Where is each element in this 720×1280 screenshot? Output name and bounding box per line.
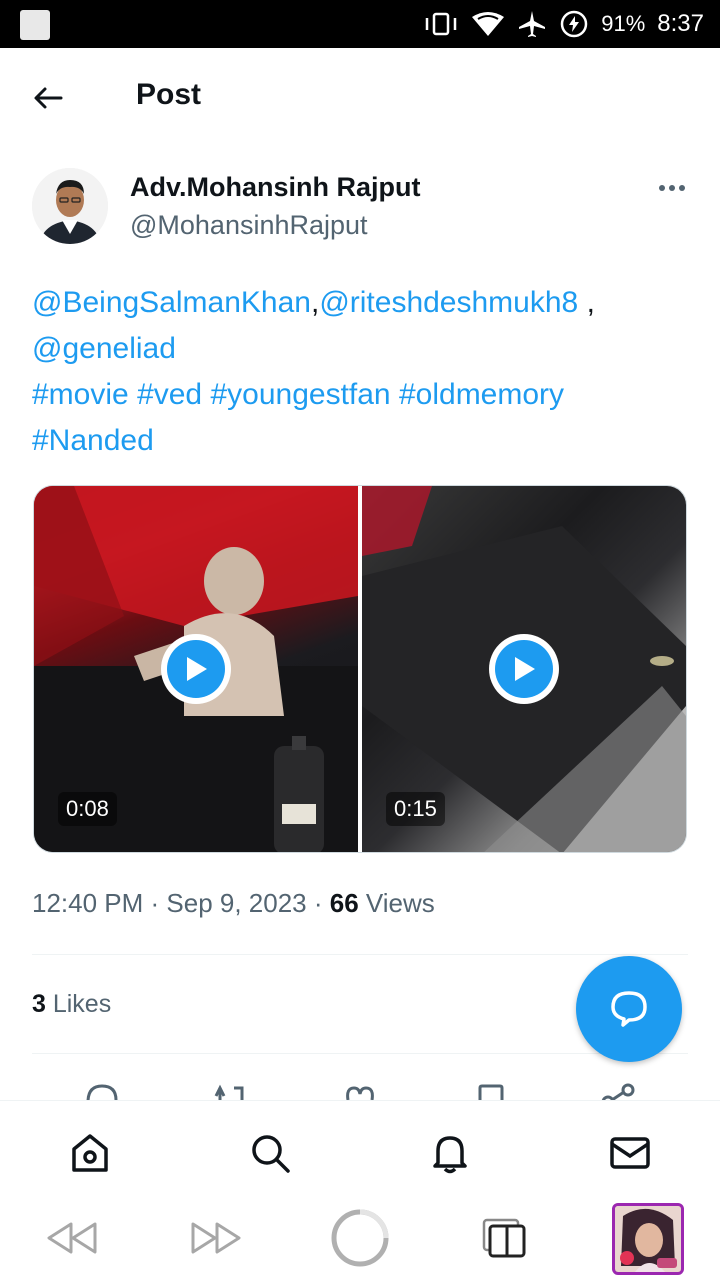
video-thumbnail[interactable]: 0:08 bbox=[34, 486, 358, 852]
bottom-navigation bbox=[0, 1100, 720, 1196]
share-icon[interactable] bbox=[598, 1082, 638, 1100]
rewind-icon bbox=[47, 1222, 97, 1254]
arrow-left-icon bbox=[34, 87, 63, 109]
more-horizontal-icon bbox=[659, 185, 665, 191]
more-dot bbox=[679, 185, 685, 191]
hashtag-link[interactable]: #movie bbox=[32, 378, 129, 411]
separator: · bbox=[143, 888, 167, 918]
hashtag-link[interactable]: #ved bbox=[137, 378, 202, 411]
post-date: Sep 9, 2023 bbox=[166, 888, 307, 918]
notification-icon bbox=[20, 10, 50, 40]
reply-fab[interactable] bbox=[576, 956, 682, 1062]
video-duration: 0:08 bbox=[58, 792, 117, 826]
mail-icon bbox=[610, 1137, 650, 1169]
mention-link[interactable]: @BeingSalmanKhan bbox=[32, 286, 311, 319]
media-grid: 0:08 0:15 bbox=[33, 485, 687, 853]
video-duration: 0:15 bbox=[386, 792, 445, 826]
system-bar bbox=[0, 1196, 720, 1280]
forward-button[interactable] bbox=[188, 1208, 244, 1268]
mention-link[interactable]: @riteshdeshmukh8 bbox=[319, 286, 578, 319]
views-label: Views bbox=[358, 888, 435, 918]
loading-circle-icon bbox=[331, 1209, 389, 1267]
divider bbox=[32, 954, 688, 955]
page-title: Post bbox=[136, 78, 202, 111]
nav-home[interactable] bbox=[66, 1129, 114, 1177]
more-dot bbox=[669, 185, 675, 191]
tabs-icon bbox=[482, 1218, 526, 1258]
rewind-button[interactable] bbox=[44, 1208, 100, 1268]
hashtag-link[interactable]: #oldmemory bbox=[399, 378, 564, 411]
nav-messages[interactable] bbox=[606, 1129, 654, 1177]
status-icons: 91% 8:37 bbox=[423, 0, 704, 48]
wifi-icon bbox=[472, 12, 505, 36]
reply-icon[interactable] bbox=[82, 1082, 122, 1100]
home-icon bbox=[72, 1134, 108, 1172]
avatar[interactable] bbox=[32, 168, 108, 244]
battery-saver-icon bbox=[560, 10, 588, 38]
clock: 8:37 bbox=[657, 10, 704, 37]
mention-link[interactable]: @geneliad bbox=[32, 332, 176, 365]
header: Post bbox=[0, 48, 720, 148]
status-bar: 91% 8:37 bbox=[0, 0, 720, 48]
nav-notifications[interactable] bbox=[426, 1129, 474, 1177]
play-button[interactable] bbox=[489, 634, 559, 704]
tabs-button[interactable] bbox=[476, 1208, 532, 1268]
retweet-icon[interactable] bbox=[210, 1082, 250, 1100]
tweet-meta: 12:40 PM · Sep 9, 2023 · 66 Views bbox=[32, 888, 435, 919]
likes-label: Likes bbox=[45, 990, 112, 1018]
author-handle[interactable]: @MohansinhRajput bbox=[130, 210, 368, 241]
more-options-button[interactable] bbox=[652, 176, 692, 200]
loading-button[interactable] bbox=[328, 1208, 392, 1268]
airplane-icon bbox=[519, 11, 546, 37]
separator: · bbox=[306, 888, 330, 918]
divider bbox=[32, 1053, 688, 1054]
back-button[interactable] bbox=[28, 78, 68, 118]
post-time: 12:40 PM bbox=[32, 888, 144, 918]
bell-icon bbox=[433, 1136, 467, 1174]
separator: , bbox=[578, 286, 595, 319]
likes-link[interactable]: 3 Likes bbox=[32, 990, 111, 1019]
tweet-text: @BeingSalmanKhan,@riteshdeshmukh8 , @gen… bbox=[32, 280, 692, 464]
likes-count: 3 bbox=[32, 990, 46, 1018]
hashtag-link[interactable]: #Nanded bbox=[32, 424, 154, 457]
fast-forward-icon bbox=[191, 1222, 241, 1254]
battery-percent: 91% bbox=[601, 11, 646, 36]
play-icon bbox=[167, 640, 225, 698]
nav-search[interactable] bbox=[246, 1129, 294, 1177]
author-name[interactable]: Adv.Mohansinh Rajput bbox=[130, 172, 421, 203]
play-icon bbox=[495, 640, 553, 698]
like-icon[interactable] bbox=[340, 1082, 380, 1100]
action-bar bbox=[32, 1078, 688, 1100]
hashtag-link[interactable]: #youngestfan bbox=[210, 378, 390, 411]
profile-thumbnail[interactable] bbox=[612, 1203, 684, 1275]
thumbnail-image bbox=[615, 1206, 681, 1272]
avatar-image bbox=[32, 168, 108, 244]
video-thumbnail[interactable]: 0:15 bbox=[362, 486, 686, 852]
bookmark-icon[interactable] bbox=[472, 1082, 512, 1100]
views-count: 66 bbox=[329, 888, 359, 918]
search-icon bbox=[252, 1135, 290, 1173]
reply-bubble-icon bbox=[611, 991, 647, 1027]
vibrate-icon bbox=[425, 12, 457, 36]
play-button[interactable] bbox=[161, 634, 231, 704]
